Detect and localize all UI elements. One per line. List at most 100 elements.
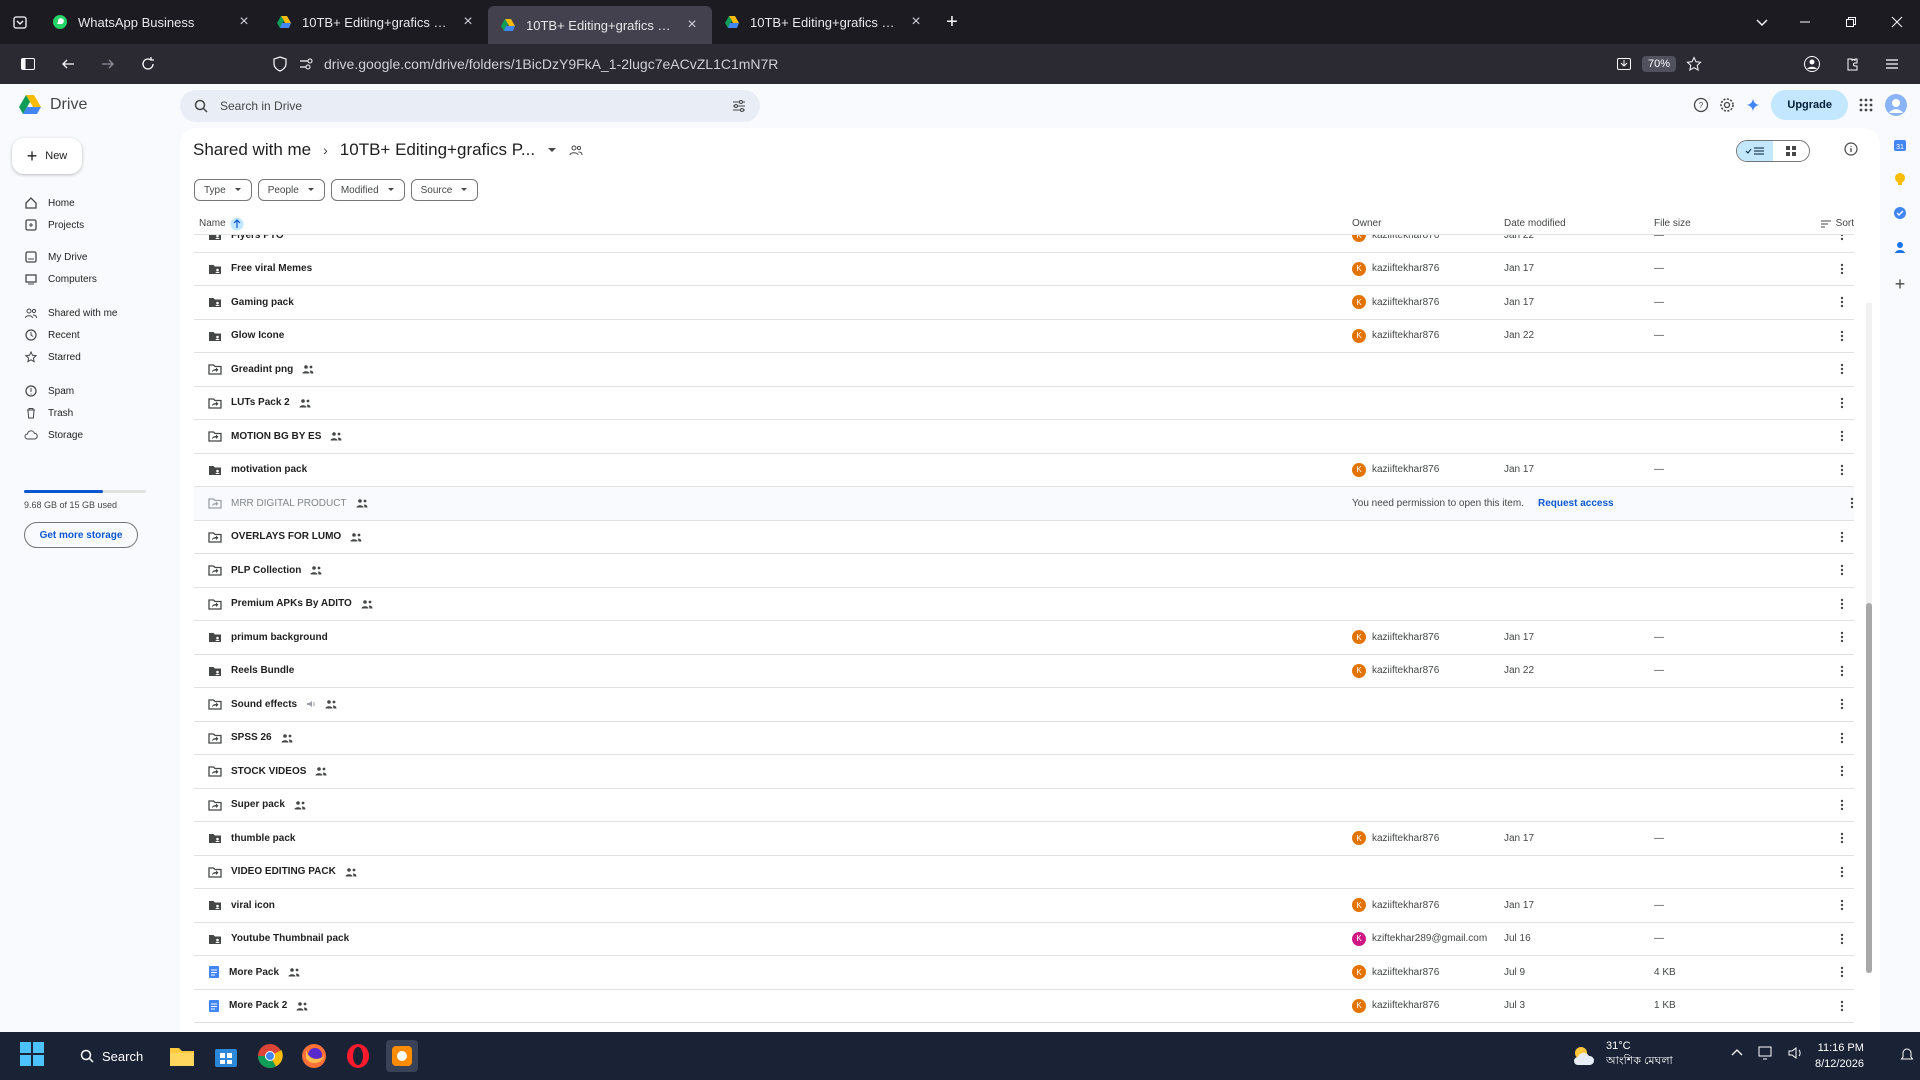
table-row[interactable]: STOCK VIDEOS — [194, 755, 1854, 789]
more-actions-icon[interactable] — [1804, 933, 1844, 945]
sidebar-item-storage[interactable]: Storage — [24, 428, 83, 442]
search-input[interactable]: Search in Drive — [220, 99, 720, 113]
file-name[interactable]: STOCK VIDEOS — [231, 766, 306, 777]
file-name[interactable]: Gaming pack — [231, 297, 294, 308]
shield-icon[interactable] — [272, 56, 288, 72]
table-row[interactable]: primum background Kkaziiftekhar876 Jan 17— — [194, 621, 1854, 655]
contacts-icon[interactable] — [1893, 240, 1907, 254]
more-actions-icon[interactable] — [1804, 765, 1844, 777]
file-name-cell[interactable]: More Pack — [194, 965, 1352, 979]
file-name-cell[interactable]: OVERLAYS FOR LUMO — [194, 531, 1352, 543]
taskbar-search[interactable]: Search — [70, 1042, 154, 1070]
address-bar[interactable]: drive.google.com/drive/folders/1BicDzY9F… — [272, 48, 1702, 80]
sidebar-item-my-drive[interactable]: My Drive — [24, 250, 87, 264]
filter-modified-chip[interactable]: Modified — [330, 179, 405, 201]
breadcrumb-root[interactable]: Shared with me — [193, 140, 311, 160]
more-actions-icon[interactable] — [1804, 966, 1844, 978]
sidebar-toggle-icon[interactable] — [12, 48, 44, 80]
file-name-cell[interactable]: Youtube Thumbnail pack — [194, 933, 1352, 945]
active-app-icon[interactable] — [386, 1040, 418, 1072]
more-actions-icon[interactable] — [1804, 598, 1844, 610]
more-actions-icon[interactable] — [1814, 497, 1854, 509]
file-name-cell[interactable]: STOCK VIDEOS — [194, 765, 1352, 777]
table-row[interactable]: Sound effects — [194, 688, 1854, 722]
calendar-icon[interactable]: 31 — [1893, 138, 1907, 152]
table-row[interactable]: Super pack — [194, 789, 1854, 822]
minimize-icon[interactable] — [1782, 16, 1828, 28]
reload-icon[interactable] — [132, 48, 164, 80]
filter-source-chip[interactable]: Source — [410, 179, 479, 201]
get-more-storage-button[interactable]: Get more storage — [24, 522, 138, 548]
sidebar-item-starred[interactable]: Starred — [24, 350, 81, 364]
file-name[interactable]: Greadint png — [231, 364, 293, 375]
table-row[interactable]: viral icon Kkaziiftekhar876 Jan 17— — [194, 889, 1854, 923]
new-tab-icon[interactable]: + — [936, 6, 968, 38]
more-actions-icon[interactable] — [1804, 397, 1844, 409]
chevron-down-icon[interactable] — [1742, 15, 1782, 29]
table-row[interactable]: MOTION BG BY ES — [194, 420, 1854, 454]
file-name-cell[interactable]: PLP Collection — [194, 564, 1352, 576]
keep-icon[interactable] — [1893, 172, 1907, 186]
file-name[interactable]: PLP Collection — [231, 565, 301, 576]
file-name-cell[interactable]: Super pack — [194, 799, 1352, 811]
file-name-cell[interactable]: Gaming pack — [194, 296, 1352, 308]
close-window-icon[interactable] — [1874, 16, 1920, 28]
drive-logo[interactable]: Drive — [18, 94, 87, 116]
store-icon[interactable] — [210, 1040, 242, 1072]
file-name-cell[interactable]: Reels Bundle — [194, 665, 1352, 677]
new-button[interactable]: + New — [12, 138, 82, 174]
file-name[interactable]: VIDEO EDITING PACK — [231, 866, 336, 877]
more-actions-icon[interactable] — [1804, 832, 1844, 844]
firefox-icon[interactable] — [298, 1040, 330, 1072]
table-row[interactable]: SPSS 26 — [194, 722, 1854, 755]
search-options-icon[interactable] — [732, 99, 746, 113]
more-actions-icon[interactable] — [1804, 296, 1844, 308]
filter-type-chip[interactable]: Type — [194, 179, 252, 201]
file-name[interactable]: More Pack 2 — [229, 1000, 287, 1011]
restore-icon[interactable] — [1828, 16, 1874, 28]
filter-people-chip[interactable]: People — [257, 179, 325, 201]
file-name[interactable]: Free viral Memes — [231, 263, 312, 274]
gemini-spark-icon[interactable] — [1745, 97, 1761, 113]
sidebar-item-computers[interactable]: Computers — [24, 272, 97, 286]
table-row[interactable]: MRR DIGITAL PRODUCT You need permission t… — [194, 487, 1854, 521]
browser-tab-drive-active[interactable]: 10TB+ Editing+grafics Pack - Google Driv… — [488, 6, 712, 44]
account-icon[interactable] — [1796, 48, 1828, 80]
file-name-cell[interactable]: Glow Icone — [194, 330, 1352, 342]
upgrade-button[interactable]: Upgrade — [1771, 90, 1848, 120]
sidebar-item-spam[interactable]: Spam — [24, 384, 74, 398]
opera-icon[interactable] — [342, 1040, 374, 1072]
sidebar-item-projects[interactable]: Projects — [24, 218, 84, 232]
more-actions-icon[interactable] — [1804, 363, 1844, 375]
more-actions-icon[interactable] — [1804, 799, 1844, 811]
file-name[interactable]: Super pack — [231, 799, 285, 810]
forward-icon[interactable] — [92, 48, 124, 80]
page-info-icon[interactable] — [298, 56, 314, 72]
table-row[interactable]: More Pack Kkaziiftekhar876 Jul 94 KB — [194, 956, 1854, 990]
more-actions-icon[interactable] — [1804, 899, 1844, 911]
search-bar[interactable]: Search in Drive — [180, 90, 760, 122]
file-name-cell[interactable]: More Pack 2 — [194, 999, 1352, 1013]
extensions-icon[interactable] — [1836, 48, 1868, 80]
file-name-cell[interactable]: Sound effects — [194, 698, 1352, 710]
file-name[interactable]: More Pack — [229, 967, 279, 978]
more-actions-icon[interactable] — [1804, 235, 1844, 241]
avatar[interactable] — [1884, 93, 1908, 117]
file-name[interactable]: MOTION BG BY ES — [231, 431, 321, 442]
more-actions-icon[interactable] — [1804, 330, 1844, 342]
file-name[interactable]: primum background — [231, 632, 328, 643]
notifications-icon[interactable] — [1900, 1046, 1914, 1062]
more-actions-icon[interactable] — [1804, 531, 1844, 543]
file-name[interactable]: SPSS 26 — [231, 732, 272, 743]
grid-view-button[interactable] — [1773, 141, 1809, 161]
search-icon[interactable] — [194, 99, 208, 113]
more-actions-icon[interactable] — [1804, 732, 1844, 744]
download-icon[interactable] — [1616, 56, 1632, 72]
weather-widget[interactable]: 31°C আংশিক মেঘলা — [1570, 1040, 1673, 1071]
table-row[interactable]: OVERLAYS FOR LUMO — [194, 521, 1854, 554]
file-name-cell[interactable]: MOTION BG BY ES — [194, 430, 1352, 442]
sidebar-item-trash[interactable]: Trash — [24, 406, 73, 420]
shared-people-icon[interactable] — [569, 144, 583, 156]
more-actions-icon[interactable] — [1804, 263, 1844, 275]
sidebar-item-recent[interactable]: Recent — [24, 328, 80, 342]
